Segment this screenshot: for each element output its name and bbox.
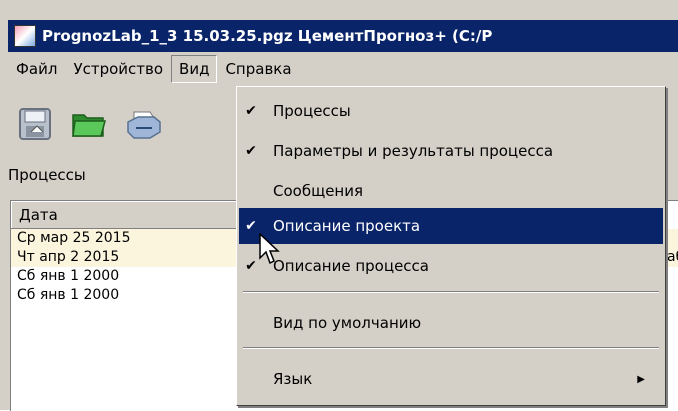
menu-item-language[interactable]: Язык ▶ xyxy=(239,361,663,397)
menu-bar: Файл Устройство Вид Справка xyxy=(8,54,678,84)
save-icon xyxy=(19,108,51,140)
menu-item-label: Сообщения xyxy=(273,182,364,200)
print-button[interactable] xyxy=(122,103,164,145)
menu-item-process-description[interactable]: ✔ Описание процесса xyxy=(239,248,663,284)
menu-item-label: Описание процесса xyxy=(273,257,429,275)
folder-icon xyxy=(72,114,106,137)
menu-item-messages[interactable]: Сообщения xyxy=(239,173,663,209)
menu-device[interactable]: Устройство xyxy=(65,55,171,83)
menu-view[interactable]: Вид xyxy=(171,55,218,83)
menu-item-project-description[interactable]: ✔ Описание проекта xyxy=(239,208,663,244)
truncated-cell-text: аб xyxy=(667,249,678,265)
view-menu-dropdown: ✔ Процессы ✔ Параметры и результаты проц… xyxy=(236,86,666,406)
menu-separator xyxy=(243,347,659,349)
menu-item-label: Вид по умолчанию xyxy=(273,314,422,332)
menu-item-process-params[interactable]: ✔ Параметры и результаты процесса xyxy=(239,133,663,169)
menu-separator xyxy=(243,291,659,293)
title-bar[interactable]: PrognozLab_1_3 15.03.25.pgz ЦементПрогно… xyxy=(8,20,678,52)
menu-item-label: Параметры и результаты процесса xyxy=(273,142,554,160)
open-button[interactable] xyxy=(68,103,110,145)
save-button[interactable] xyxy=(14,103,56,145)
window-title: PrognozLab_1_3 15.03.25.pgz ЦементПрогно… xyxy=(42,27,493,45)
check-icon: ✔ xyxy=(245,103,257,119)
printer-icon xyxy=(127,111,161,139)
processes-panel-label: Процессы xyxy=(8,166,86,184)
application-window: PrognozLab_1_3 15.03.25.pgz ЦементПрогно… xyxy=(0,0,678,411)
column-header-date[interactable]: Дата xyxy=(11,201,241,229)
menu-item-label: Процессы xyxy=(273,102,351,120)
mouse-cursor-icon xyxy=(259,233,280,265)
check-icon: ✔ xyxy=(245,143,257,159)
menu-item-default-view[interactable]: Вид по умолчанию xyxy=(239,305,663,341)
check-icon: ✔ xyxy=(245,218,257,234)
menu-item-label: Описание проекта xyxy=(273,217,421,235)
menu-item-processes[interactable]: ✔ Процессы xyxy=(239,93,663,129)
menu-help[interactable]: Справка xyxy=(217,55,299,83)
submenu-arrow-icon: ▶ xyxy=(637,373,645,385)
app-icon xyxy=(14,25,36,47)
menu-item-label: Язык xyxy=(273,370,313,388)
menu-file[interactable]: Файл xyxy=(8,55,65,83)
